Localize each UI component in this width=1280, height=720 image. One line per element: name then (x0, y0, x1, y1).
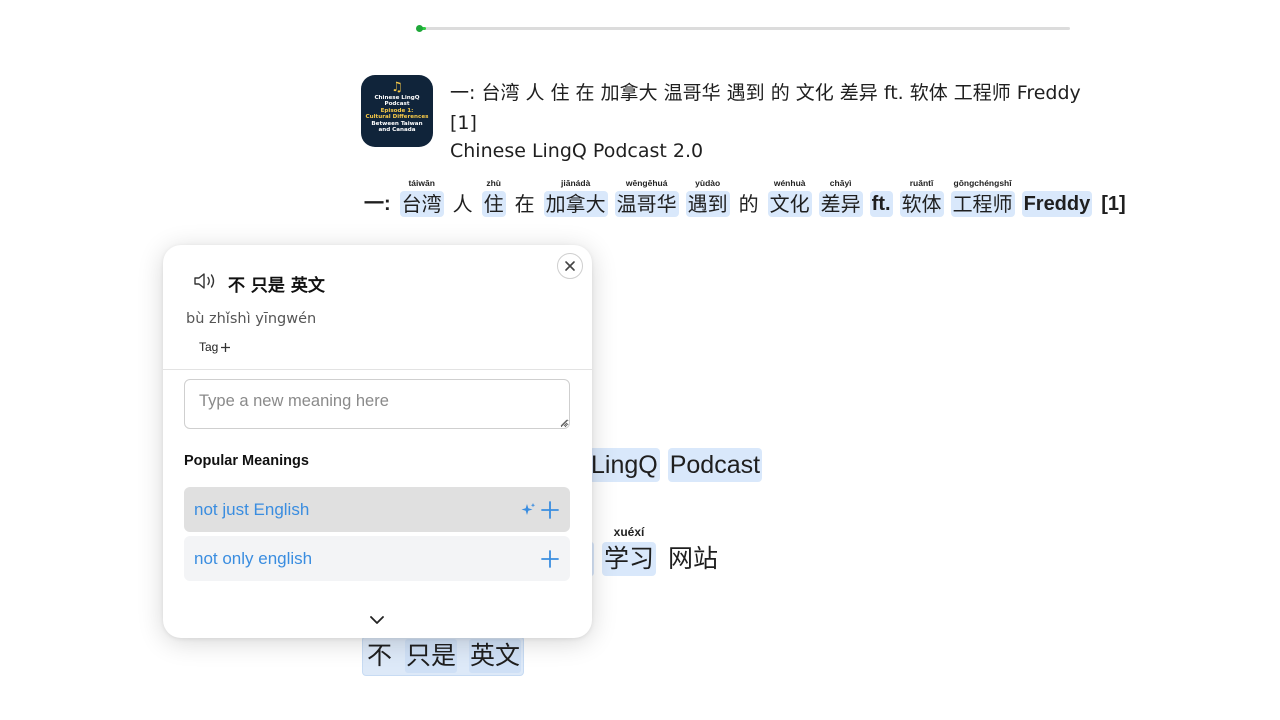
pinyin-label: táiwān (408, 178, 435, 188)
word-token[interactable]: jiānádà 加拿大 (543, 178, 608, 217)
word-token[interactable]: Freddy (1021, 190, 1093, 217)
lesson-title: 一: 台湾 人 住 在 加拿大 温哥华 遇到 的 文化 差异 ft. 软体 工程… (450, 82, 1081, 134)
plus-icon (221, 342, 231, 352)
word-token[interactable]: yùdào 遇到 (685, 178, 730, 217)
word-token[interactable]: táiwān 台湾 (399, 178, 444, 217)
ai-sparkle-icon (521, 502, 536, 515)
word-token[interactable]: Podcast (667, 448, 763, 482)
word-token[interactable]: chāyì 差异 (818, 178, 863, 217)
word-token[interactable]: wénhuà 文化 (767, 178, 812, 217)
add-meaning-icon[interactable] (540, 549, 560, 569)
word-token[interactable]: [1] (1099, 190, 1127, 217)
add-meaning-icon[interactable] (540, 500, 560, 520)
course-name[interactable]: Chinese LingQ Podcast 2.0 (450, 137, 703, 165)
new-meaning-input[interactable] (184, 379, 570, 429)
word-token[interactable]: 人 (451, 191, 475, 217)
reader-line-podcast: LingQ Podcast (589, 448, 770, 482)
word-token[interactable]: xuéxí 学习 (602, 525, 657, 576)
pinyin-label: jiānádà (561, 178, 591, 188)
word-token[interactable]: 不 (366, 639, 393, 673)
pinyin-label: wénhuà (773, 178, 806, 188)
resize-grip-icon[interactable] (560, 419, 568, 427)
word-token[interactable]: 网站 (666, 542, 720, 576)
word-token[interactable]: ft. (869, 190, 893, 217)
pinyin-label: zhù (486, 178, 501, 188)
pinyin-label: wēngēhuá (625, 178, 668, 188)
meaning-option[interactable]: not only english (184, 536, 570, 581)
add-tag-button[interactable]: Tag (199, 340, 231, 354)
meaning-text: not just English (194, 499, 310, 519)
popup-term: 不 只是 英文 (228, 276, 325, 296)
pinyin-label: ruǎntǐ (909, 178, 934, 188)
word-token[interactable]: ruǎntǐ 软体 (899, 178, 944, 217)
word-token[interactable]: 只是 (405, 639, 458, 673)
line-prefix: 一: (364, 193, 391, 215)
cover-text: Chinese LingQ Podcast (374, 95, 420, 108)
meaning-option[interactable]: not just English (184, 487, 570, 532)
popular-meanings-heading: Popular Meanings (184, 453, 309, 469)
selected-phrase[interactable]: 不 只是 英文 (362, 636, 525, 676)
tag-label: Tag (199, 340, 219, 354)
lesson-progress-bar[interactable] (416, 25, 1070, 32)
pinyin-label: gōngchéngshī (953, 178, 1012, 188)
speaker-icon[interactable] (193, 271, 219, 296)
reader-line-selected-phrase: 不 只是 英文 (362, 636, 525, 676)
progress-marker[interactable] (416, 25, 423, 32)
cover-text: and Canada (378, 127, 416, 134)
divider (163, 369, 592, 370)
word-token[interactable]: 在 (513, 191, 537, 217)
word-token[interactable]: 英文 (469, 639, 522, 673)
meaning-text: not only english (194, 548, 313, 568)
popup-pinyin: bù zhǐshì yīngwén (186, 311, 317, 327)
close-icon (565, 261, 575, 271)
word-token[interactable]: zhù 住 (481, 178, 506, 217)
word-token[interactable]: wēngēhuá 温哥华 (614, 178, 679, 217)
chevron-down-icon[interactable] (369, 614, 385, 626)
pinyin-label: xuéxí (613, 525, 645, 539)
pinyin-label: chāyì (829, 178, 852, 188)
reader-line-website: xuéxí 学习 网站 (588, 525, 730, 576)
reader-line-title: 一: táiwān 台湾人 zhù 住在 jiānádà 加拿大 wēngēhuá 温哥华 yù… (362, 178, 1135, 217)
term-header: 不 只是 英文 (193, 271, 325, 296)
word-token[interactable]: LingQ (589, 448, 660, 482)
word-token[interactable]: 的 (737, 191, 761, 217)
word-popup: 不 只是 英文 bù zhǐshì yīngwén Tag Popular Me… (163, 245, 592, 638)
word-token[interactable]: gōngchéngshī 工程师 (950, 178, 1015, 217)
pinyin-label: yùdào (695, 178, 721, 188)
lesson-cover-image: ♫ Chinese LingQ Podcast Episode 1: Cultu… (361, 75, 433, 147)
close-button[interactable] (557, 253, 583, 279)
podcast-logo-icon: ♫ (391, 80, 403, 95)
